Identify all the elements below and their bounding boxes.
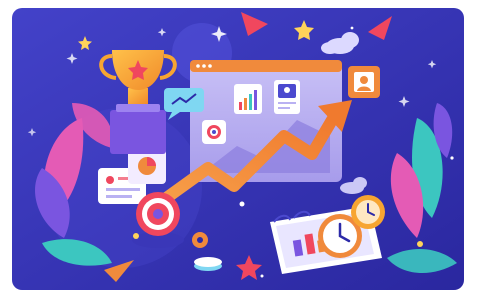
- target-card: [202, 120, 226, 144]
- illustration-card: [12, 8, 464, 290]
- profile-card: [274, 80, 300, 114]
- user-card: [348, 66, 380, 98]
- clock-icon: [351, 195, 385, 229]
- gear-icon: [192, 232, 208, 248]
- growth-illustration: [12, 8, 464, 290]
- coin-stack: [194, 257, 222, 271]
- image-frame: [0, 0, 479, 299]
- chart-card: [234, 84, 262, 114]
